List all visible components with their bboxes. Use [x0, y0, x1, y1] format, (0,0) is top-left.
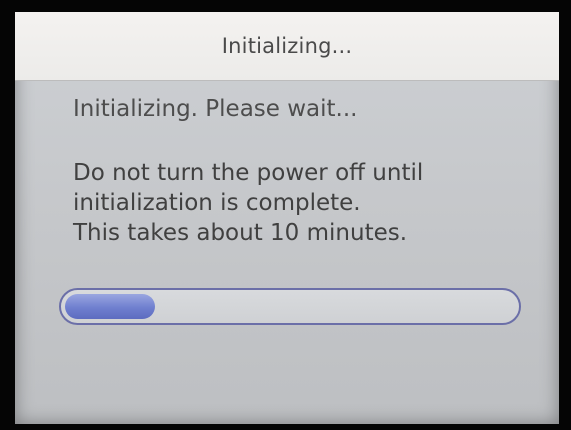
warning-line-3: This takes about 10 minutes. — [73, 220, 408, 246]
dialog-content: Initializing. Please wait... Do not turn… — [73, 96, 533, 248]
progress-fill — [65, 294, 155, 319]
warning-line-1: Do not turn the power off until — [73, 160, 424, 186]
status-message: Initializing. Please wait... — [73, 96, 358, 122]
title-bar: Initializing... — [15, 12, 559, 81]
device-frame: Initializing... Initializing. Please wai… — [0, 0, 571, 430]
progress-bar — [59, 288, 521, 325]
warning-message: Do not turn the power off until initiali… — [73, 158, 533, 248]
dialog-title: Initializing... — [221, 34, 353, 58]
device-screen: Initializing... Initializing. Please wai… — [15, 12, 559, 424]
warning-line-2: initialization is complete. — [73, 190, 361, 216]
